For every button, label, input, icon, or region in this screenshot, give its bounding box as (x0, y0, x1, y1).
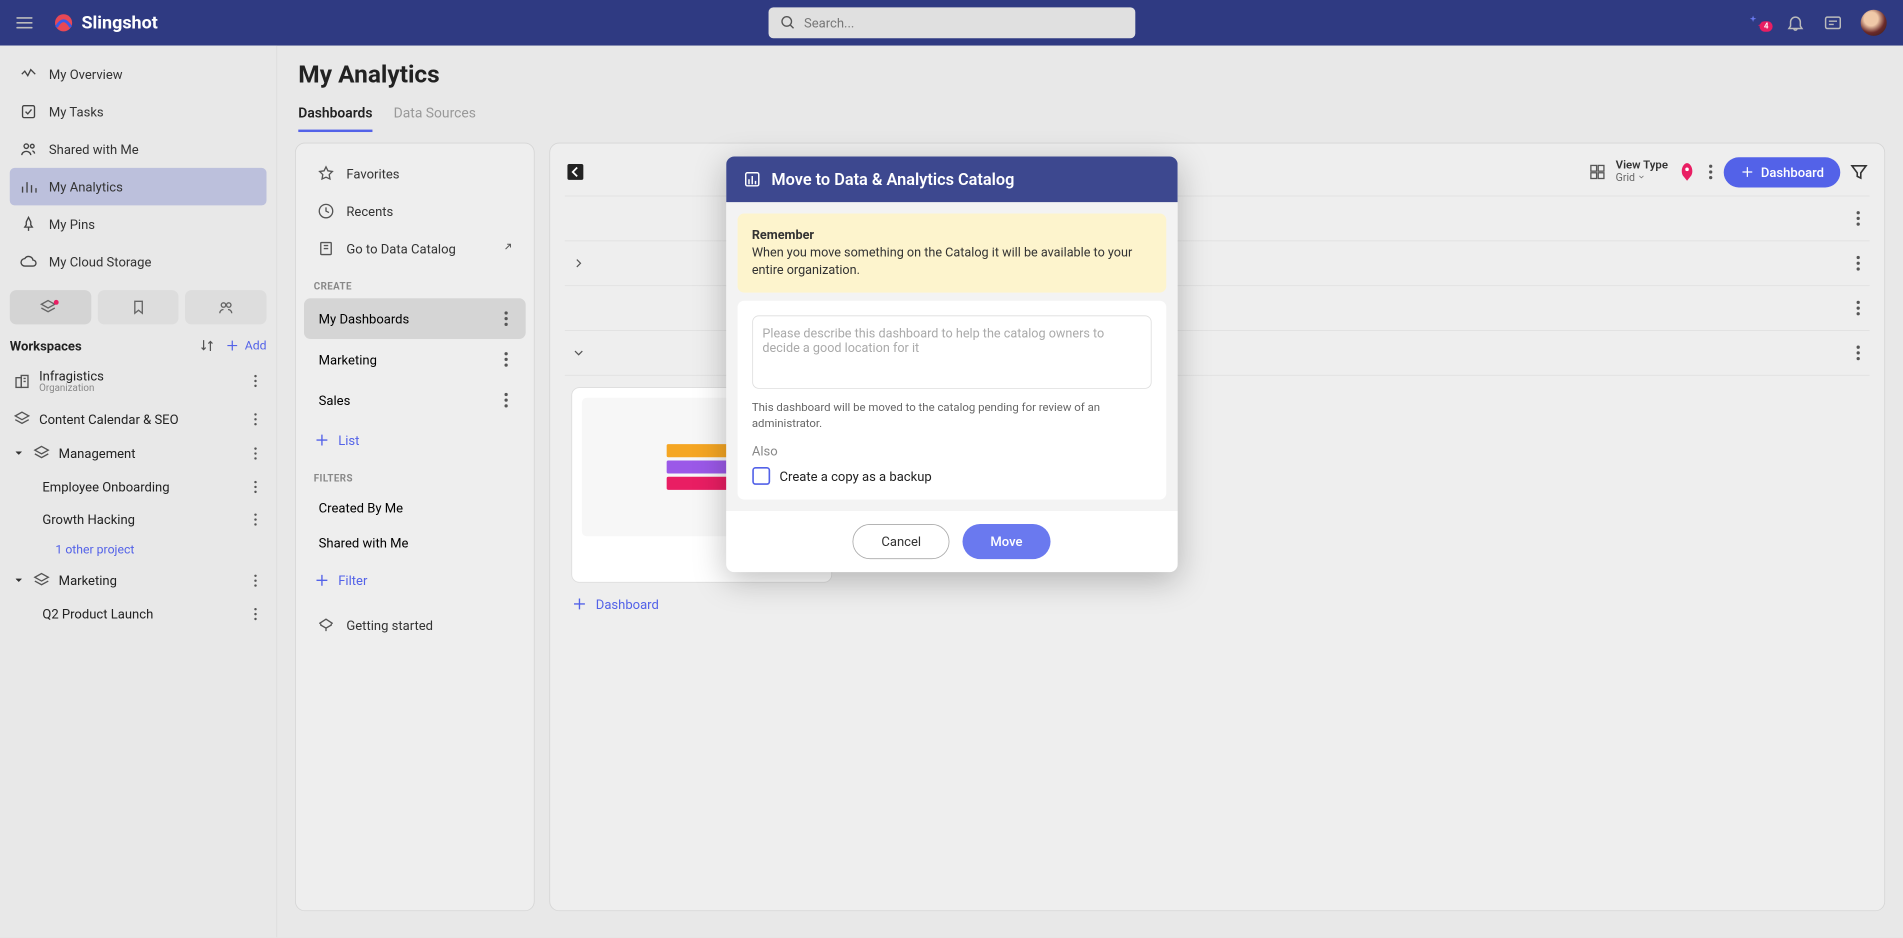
create-heading: CREATE (299, 267, 530, 298)
more-icon[interactable] (1705, 161, 1715, 182)
nav-label: My Pins (49, 216, 95, 231)
workspace-content-calendar[interactable]: Content Calendar & SEO (10, 402, 267, 436)
chat-icon[interactable] (1823, 13, 1843, 33)
chevron-down-icon (1638, 172, 1646, 180)
app-header: Slingshot 4 (0, 0, 1903, 46)
move-to-catalog-modal: Move to Data & Analytics Catalog Remembe… (726, 156, 1178, 572)
external-link-icon (500, 242, 513, 255)
app-name: Slingshot (82, 13, 158, 33)
new-dashboard-button[interactable]: Dashboard (1723, 157, 1840, 187)
more-icon[interactable] (501, 349, 511, 370)
chevron-down-icon (571, 346, 586, 361)
rocket-icon[interactable] (1676, 161, 1697, 182)
modal-note: This dashboard will be moved to the cata… (752, 400, 1151, 432)
nav-my-overview[interactable]: My Overview (10, 55, 267, 92)
add-list-button[interactable]: List (299, 421, 530, 460)
view-type-selector[interactable]: View Type Grid (1588, 159, 1668, 184)
catalog-icon (742, 170, 762, 190)
add-dashboard-link[interactable]: Dashboard (571, 596, 1863, 612)
workspace-employee-onboarding[interactable]: Employee Onboarding (10, 470, 267, 503)
add-workspace-button[interactable]: Add (225, 338, 266, 353)
workspace-infragistics[interactable]: Infragistics Organization (10, 360, 267, 402)
more-icon[interactable] (247, 511, 263, 527)
filters-heading: FILTERS (299, 460, 530, 491)
pn-getting-started[interactable]: Getting started (304, 606, 526, 643)
slingshot-logo-icon (52, 11, 75, 34)
pn-go-to-catalog[interactable]: Go to Data Catalog (304, 230, 526, 267)
nav-label: My Cloud Storage (49, 254, 151, 269)
more-icon[interactable] (247, 445, 263, 461)
filter-shared-with-me[interactable]: Shared with Me (304, 526, 526, 561)
analytics-nav-panel: Favorites Recents Go to Data Catalog CRE… (295, 143, 535, 912)
page-title: My Analytics (295, 60, 1885, 89)
list-my-dashboards[interactable]: My Dashboards (304, 298, 526, 339)
search-icon (780, 15, 796, 31)
more-icon[interactable] (501, 390, 511, 411)
list-marketing[interactable]: Marketing (304, 339, 526, 380)
add-filter-button[interactable]: Filter (299, 561, 530, 600)
also-label: Also (752, 444, 1151, 459)
workspace-view-people[interactable] (185, 290, 266, 324)
nav-my-analytics[interactable]: My Analytics (10, 168, 267, 205)
notification-badge: 4 (1760, 21, 1773, 32)
tab-data-sources[interactable]: Data Sources (394, 105, 476, 132)
other-project-link[interactable]: 1 other project (10, 535, 267, 563)
more-icon[interactable] (1853, 342, 1863, 363)
nav-label: Shared with Me (49, 141, 139, 156)
app-logo-group[interactable]: Slingshot (52, 11, 158, 34)
checkbox-icon[interactable] (752, 467, 770, 485)
nav-shared-with-me[interactable]: Shared with Me (10, 130, 267, 167)
more-icon[interactable] (247, 411, 263, 427)
workspace-view-layers[interactable] (10, 290, 91, 324)
nav-my-pins[interactable]: My Pins (10, 205, 267, 242)
pn-favorites[interactable]: Favorites (304, 155, 526, 192)
sort-icon[interactable] (199, 337, 215, 353)
cancel-button[interactable]: Cancel (853, 524, 950, 559)
global-search[interactable] (768, 7, 1135, 38)
modal-title: Move to Data & Analytics Catalog (771, 170, 1014, 190)
menu-icon[interactable] (16, 13, 36, 33)
workspace-q2-launch[interactable]: Q2 Product Launch (10, 597, 267, 630)
user-avatar[interactable] (1861, 10, 1887, 36)
workspace-growth-hacking[interactable]: Growth Hacking (10, 503, 267, 536)
nav-my-tasks[interactable]: My Tasks (10, 93, 267, 130)
more-icon[interactable] (1853, 208, 1863, 229)
list-sales[interactable]: Sales (304, 380, 526, 421)
modal-header: Move to Data & Analytics Catalog (726, 156, 1178, 202)
modal-warning: Remember When you move something on the … (737, 214, 1166, 293)
more-icon[interactable] (501, 308, 511, 329)
chevron-right-icon (571, 256, 586, 271)
more-icon[interactable] (247, 572, 263, 588)
more-icon[interactable] (247, 478, 263, 494)
bell-icon[interactable] (1786, 13, 1806, 33)
page-tabs: Dashboards Data Sources (295, 105, 1885, 133)
back-icon[interactable] (565, 161, 586, 182)
description-textarea[interactable] (752, 315, 1151, 388)
primary-sidebar: My Overview My Tasks Shared with Me My A… (0, 46, 277, 938)
workspace-marketing[interactable]: Marketing (10, 563, 267, 597)
filter-icon[interactable] (1848, 161, 1869, 182)
checkbox-label: Create a copy as a backup (780, 468, 932, 483)
ai-sparkle-icon[interactable]: 4 (1748, 13, 1768, 33)
move-button[interactable]: Move (963, 524, 1050, 559)
nav-label: My Overview (49, 66, 123, 81)
workspaces-heading: Workspaces (10, 338, 82, 353)
pn-recents[interactable]: Recents (304, 192, 526, 229)
nav-label: My Analytics (49, 179, 123, 194)
more-icon[interactable] (1853, 297, 1863, 318)
nav-my-cloud-storage[interactable]: My Cloud Storage (10, 243, 267, 280)
more-icon[interactable] (247, 606, 263, 622)
search-input[interactable] (804, 15, 1123, 30)
filter-created-by-me[interactable]: Created By Me (304, 491, 526, 526)
more-icon[interactable] (1853, 253, 1863, 274)
tab-dashboards[interactable]: Dashboards (298, 105, 372, 132)
backup-checkbox-row[interactable]: Create a copy as a backup (752, 467, 1151, 485)
workspace-view-bookmarks[interactable] (98, 290, 179, 324)
workspace-management[interactable]: Management (10, 436, 267, 470)
more-icon[interactable] (247, 373, 263, 389)
nav-label: My Tasks (49, 104, 104, 119)
